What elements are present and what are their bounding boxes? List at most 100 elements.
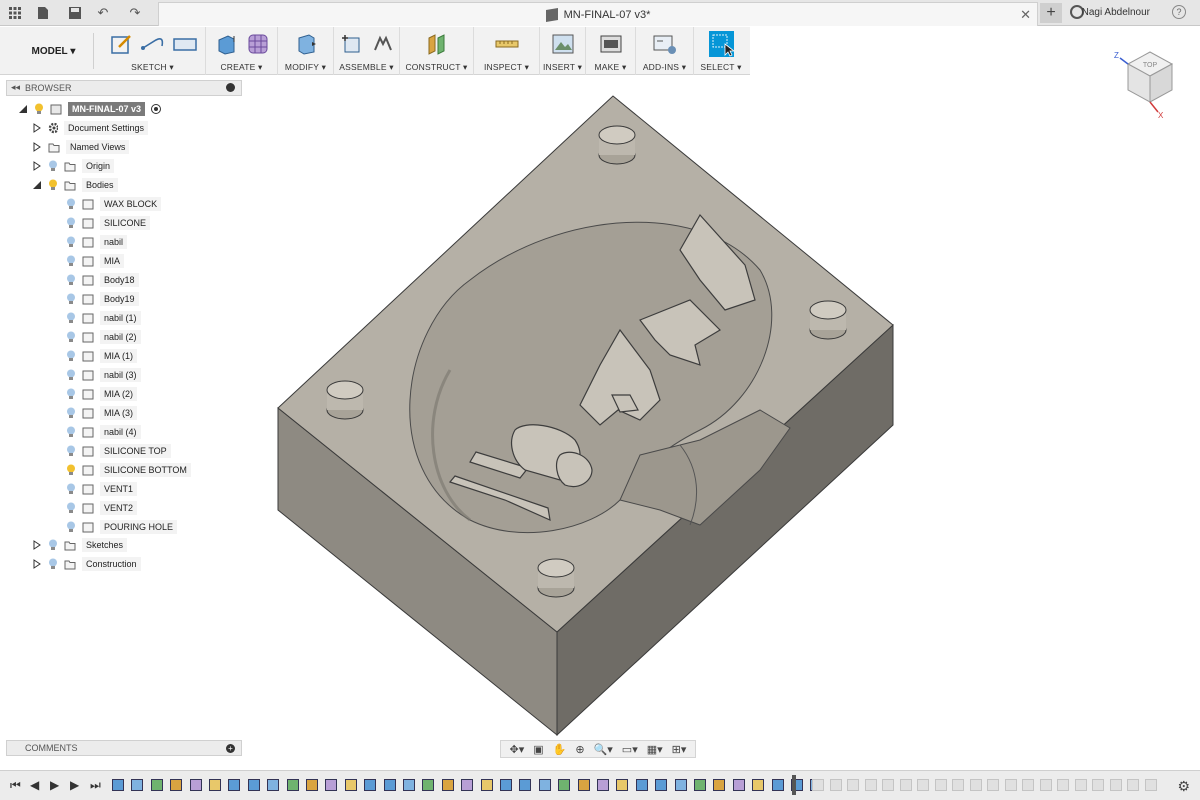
timeline-suppressed-feature-icon[interactable] <box>952 779 964 791</box>
body-label[interactable]: nabil (1) <box>100 311 141 325</box>
close-tab-icon[interactable]: ✕ <box>1020 7 1031 23</box>
tree-body-item[interactable]: nabil (4) <box>66 423 141 441</box>
timeline-suppressed-feature-icon[interactable] <box>829 779 842 791</box>
timeline-suppressed-feature-icon[interactable] <box>1109 779 1122 791</box>
tree-body-item[interactable]: VENT2 <box>66 499 138 517</box>
body-label[interactable]: Body18 <box>100 273 139 287</box>
insert-image-icon[interactable] <box>550 31 576 57</box>
timeline-feature-icon[interactable] <box>713 779 726 791</box>
visibility-bulb-icon[interactable] <box>66 483 76 495</box>
timeline-feature-icon[interactable] <box>383 779 396 791</box>
file-menu-icon[interactable] <box>34 4 52 22</box>
body-label[interactable]: nabil (2) <box>100 330 141 344</box>
timeline-feature-icon[interactable] <box>674 779 687 791</box>
timeline-feature-icon[interactable] <box>228 779 241 791</box>
tree-root[interactable]: MN-FINAL-07 v3 <box>18 100 162 118</box>
redo-icon[interactable]: ↷ <box>126 4 144 22</box>
visibility-bulb-icon[interactable] <box>48 558 58 570</box>
display-settings-icon[interactable]: ▭▾ <box>622 743 638 756</box>
body-label[interactable]: nabil (4) <box>100 425 141 439</box>
make-menu-label[interactable]: MAKE ▾ <box>586 62 635 73</box>
timeline-feature-icon[interactable] <box>538 779 551 791</box>
save-icon[interactable] <box>66 4 84 22</box>
visibility-bulb-icon[interactable] <box>66 521 76 533</box>
timeline-feature-icon[interactable] <box>306 779 318 791</box>
visibility-bulb-icon[interactable] <box>48 179 58 191</box>
addins-menu-label[interactable]: ADD-INS ▾ <box>636 62 693 73</box>
body-label[interactable]: Body19 <box>100 292 139 306</box>
timeline-feature-icon[interactable] <box>597 779 609 791</box>
user-name[interactable]: Nagi Abdelnour <box>1082 7 1150 18</box>
visibility-bulb-icon[interactable] <box>66 255 76 267</box>
timeline-suppressed-feature-icon[interactable] <box>1144 779 1157 791</box>
visibility-bulb-icon[interactable] <box>66 198 76 210</box>
comments-panel[interactable]: COMMENTS + <box>6 740 242 756</box>
visibility-bulb-icon[interactable] <box>34 103 44 115</box>
tree-body-item[interactable]: POURING HOLE <box>66 518 178 536</box>
body-label[interactable]: SILICONE BOTTOM <box>100 463 191 477</box>
look-at-icon[interactable]: ▣ <box>533 743 543 756</box>
tree-body-item[interactable]: SILICONE TOP <box>66 442 171 460</box>
tree-body-item[interactable]: VENT1 <box>66 480 138 498</box>
tree-body-item[interactable]: SILICONE BOTTOM <box>66 461 191 479</box>
tree-sketches[interactable]: Sketches <box>32 536 128 554</box>
browser-minimize-icon[interactable] <box>226 83 235 92</box>
new-component-icon[interactable] <box>338 31 364 57</box>
tree-origin[interactable]: Origin <box>32 157 115 175</box>
timeline-suppressed-feature-icon[interactable] <box>864 779 877 791</box>
select-icon[interactable] <box>708 31 734 57</box>
sketch-menu-label[interactable]: SKETCH ▾ <box>100 62 205 73</box>
timeline-settings-gear-icon[interactable]: ⚙ <box>1177 778 1190 795</box>
apps-grid-icon[interactable] <box>6 4 24 22</box>
help-icon[interactable]: ? <box>1172 5 1186 19</box>
timeline-feature-icon[interactable] <box>267 779 280 791</box>
timeline-marker[interactable] <box>792 775 796 795</box>
timeline-suppressed-feature-icon[interactable] <box>882 779 894 791</box>
collapse-panel-icon[interactable]: ◂◂ <box>11 82 20 93</box>
visibility-bulb-icon[interactable] <box>66 274 76 286</box>
tree-body-item[interactable]: MIA (3) <box>66 404 138 422</box>
tree-body-item[interactable]: SILICONE <box>66 214 151 232</box>
timeline-feature-icon[interactable] <box>403 779 415 791</box>
timeline-feature-icon[interactable] <box>732 779 745 791</box>
timeline-feature-icon[interactable] <box>461 779 474 791</box>
3d-print-icon[interactable] <box>598 31 624 57</box>
extrude-icon[interactable] <box>213 31 239 57</box>
root-label[interactable]: MN-FINAL-07 v3 <box>68 102 146 116</box>
tree-body-item[interactable]: MIA (2) <box>66 385 138 403</box>
tree-body-item[interactable]: Body18 <box>66 271 139 289</box>
play-icon[interactable]: ▶ <box>50 778 59 792</box>
grid-settings-icon[interactable]: ▦▾ <box>647 743 663 756</box>
body-label[interactable]: SILICONE TOP <box>100 444 171 458</box>
insert-menu-label[interactable]: INSERT ▾ <box>540 62 585 73</box>
tree-body-item[interactable]: nabil (1) <box>66 309 141 327</box>
tree-label[interactable]: Origin <box>82 159 115 173</box>
view-cube-face[interactable]: TOP <box>1143 62 1158 69</box>
collapsed-triangle-icon[interactable] <box>32 123 42 133</box>
expanded-triangle-icon[interactable] <box>18 104 28 114</box>
select-menu-label[interactable]: SELECT ▾ <box>694 62 748 73</box>
tree-body-item[interactable]: nabil (2) <box>66 328 141 346</box>
inspect-group[interactable]: INSPECT ▾ <box>474 27 540 75</box>
timeline-feature-icon[interactable] <box>558 779 571 791</box>
visibility-bulb-icon[interactable] <box>66 217 76 229</box>
tree-bodies[interactable]: Bodies <box>32 176 118 194</box>
visibility-bulb-icon[interactable] <box>48 160 58 172</box>
collapsed-triangle-icon[interactable] <box>32 559 42 569</box>
tree-body-item[interactable]: nabil <box>66 233 128 251</box>
undo-icon[interactable]: ↶ <box>94 4 112 22</box>
zoom-window-icon[interactable]: 🔍▾ <box>594 743 613 756</box>
go-to-start-icon[interactable]: ⏮ <box>10 778 21 793</box>
visibility-bulb-icon[interactable] <box>66 426 76 438</box>
visibility-bulb-icon[interactable] <box>66 445 76 457</box>
timeline-feature-icon[interactable] <box>112 779 124 791</box>
body-label[interactable]: MIA (1) <box>100 349 138 363</box>
timeline-feature-icon[interactable] <box>480 779 493 791</box>
timeline-feature-icon[interactable] <box>209 779 221 791</box>
timeline-suppressed-feature-icon[interactable] <box>1022 779 1034 791</box>
addins-group[interactable]: ADD-INS ▾ <box>636 27 694 75</box>
visibility-bulb-icon[interactable] <box>66 236 76 248</box>
step-back-icon[interactable]: ◀ <box>30 778 39 792</box>
construct-group[interactable]: CONSTRUCT ▾ <box>400 27 474 75</box>
timeline-suppressed-feature-icon[interactable] <box>934 779 947 791</box>
